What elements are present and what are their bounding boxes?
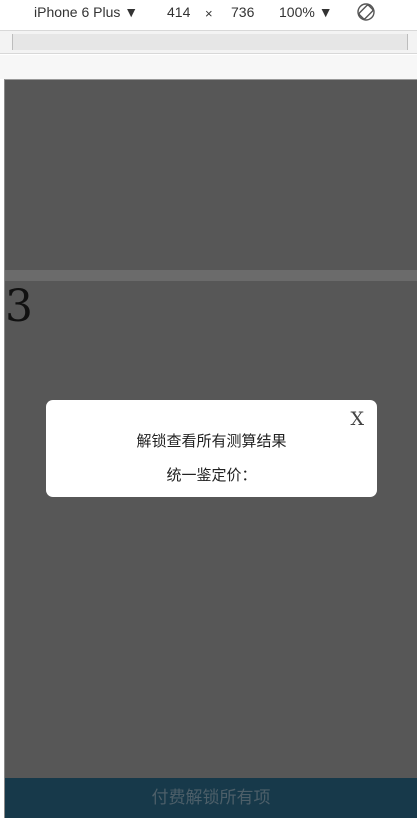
ruler-bar — [12, 34, 408, 50]
width-field[interactable]: 414 — [167, 4, 190, 20]
device-toolbar: iPhone 6 Plus ▼ 414 × 736 100% ▼ — [0, 0, 417, 27]
dialog-title: 解锁查看所有测算结果 — [136, 432, 287, 450]
height-field[interactable]: 736 — [231, 4, 254, 20]
media-query-ruler — [0, 30, 417, 54]
divider-band — [5, 270, 417, 281]
unlock-dialog: X 解锁查看所有测算结果 统一鉴定价： — [46, 400, 377, 497]
price-label: 统一鉴定价： — [166, 466, 257, 484]
pay-unlock-button[interactable]: 付费解锁所有项 — [5, 778, 417, 818]
counter-number: 3 — [5, 281, 33, 332]
zoom-select[interactable]: 100% ▼ — [279, 4, 333, 20]
toolbar-spacer — [0, 55, 417, 79]
close-button[interactable]: X — [350, 408, 364, 430]
device-viewport: 3 X 解锁查看所有测算结果 统一鉴定价： 付费解锁所有项 — [4, 79, 417, 818]
device-select[interactable]: iPhone 6 Plus ▼ — [34, 4, 138, 20]
rotate-icon[interactable] — [356, 2, 376, 22]
dimension-separator: × — [205, 6, 213, 21]
